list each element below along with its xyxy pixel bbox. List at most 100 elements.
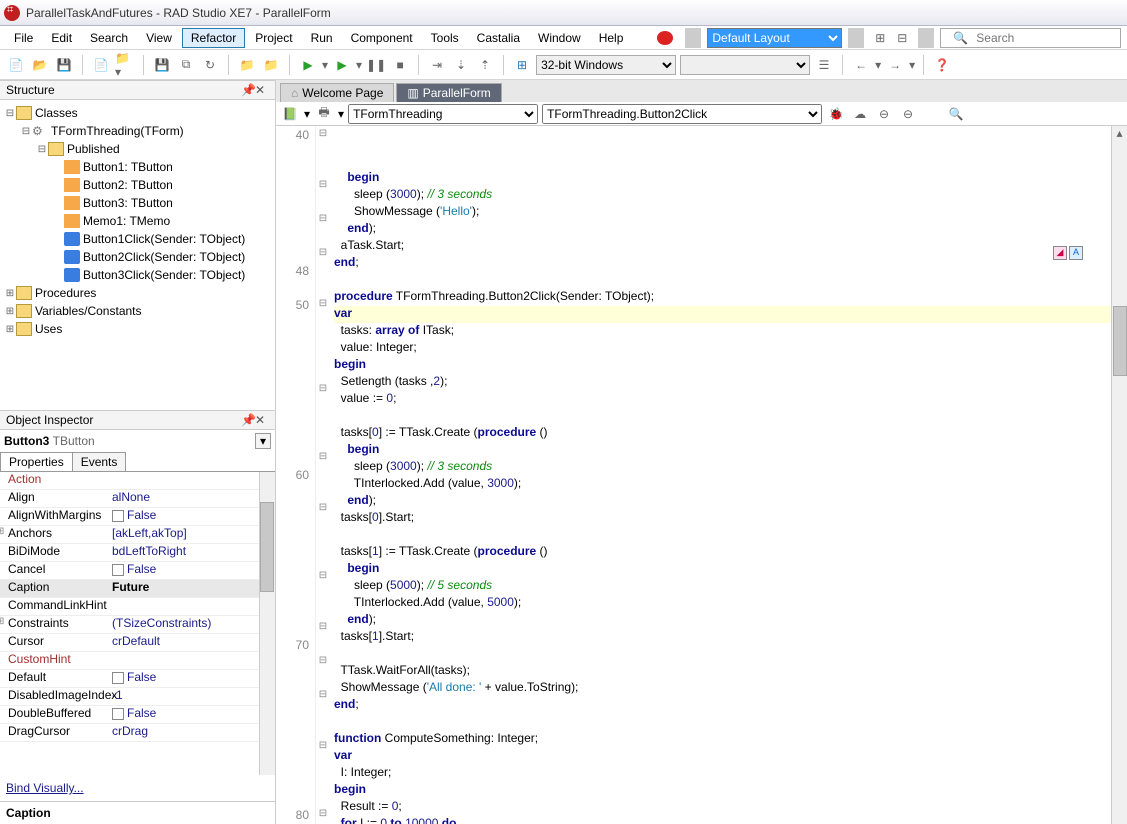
tree-class[interactable]: ⊟⚙TFormThreading(TForm) — [2, 122, 273, 140]
book-icon[interactable]: 📗 — [280, 104, 300, 124]
scroll-up-icon[interactable]: ▴ — [1112, 126, 1127, 142]
prop-row-action[interactable]: Action — [0, 472, 275, 490]
menu-tools[interactable]: Tools — [423, 29, 467, 47]
search-box[interactable]: 🔍 — [940, 28, 1121, 48]
menu-component[interactable]: Component — [343, 29, 421, 47]
pin-icon[interactable]: 📌 — [241, 413, 255, 427]
saveall-icon[interactable]: ⧉ — [176, 55, 196, 75]
component-selector[interactable]: Button3 TButton ▾ — [0, 430, 275, 452]
menu-file[interactable]: File — [6, 29, 41, 47]
prop-row-constraints[interactable]: Constraints(TSizeConstraints) — [0, 616, 275, 634]
tree-published[interactable]: ⊟Published — [2, 140, 273, 158]
save-icon[interactable]: 💾 — [54, 55, 74, 75]
tree-method-2[interactable]: Button3Click(Sender: TObject) — [2, 266, 273, 284]
cloud-icon[interactable]: ☁ — [850, 104, 870, 124]
scroll-thumb[interactable] — [1113, 306, 1127, 376]
prop-row-default[interactable]: DefaultFalse — [0, 670, 275, 688]
prop-row-doublebuffered[interactable]: DoubleBufferedFalse — [0, 706, 275, 724]
tree-method-0[interactable]: Button1Click(Sender: TObject) — [2, 230, 273, 248]
tree-classes[interactable]: ⊟Classes — [2, 104, 273, 122]
fwd-icon[interactable]: → — [885, 55, 905, 75]
structure-tree[interactable]: ⊟Classes⊟⚙TFormThreading(TForm)⊟Publishe… — [0, 100, 275, 410]
prop-row-customhint[interactable]: CustomHint — [0, 652, 275, 670]
search-input[interactable] — [976, 31, 1116, 45]
run-nodebug-icon[interactable]: ▶ — [332, 55, 352, 75]
code-lines[interactable]: ◢A begin sleep (3000); // 3 seconds Show… — [330, 126, 1127, 824]
editor-tab-parallelform[interactable]: ▥ParallelForm — [396, 83, 501, 102]
menu-search[interactable]: Search — [82, 29, 136, 47]
ladybug-icon[interactable]: 🐞 — [826, 104, 846, 124]
editor-scrollbar[interactable]: ▴ — [1111, 126, 1127, 824]
tree-group-0[interactable]: ⊞Procedures — [2, 284, 273, 302]
tree-item-2[interactable]: Button3: TButton — [2, 194, 273, 212]
prop-row-alignwithmargins[interactable]: AlignWithMarginsFalse — [0, 508, 275, 526]
prop-row-bidimode[interactable]: BiDiModebdLeftToRight — [0, 544, 275, 562]
method-combo[interactable]: TFormThreading.Button2Click — [542, 104, 822, 124]
tree-item-1[interactable]: Button2: TButton — [2, 176, 273, 194]
menu-view[interactable]: View — [138, 29, 180, 47]
tree-method-1[interactable]: Button2Click(Sender: TObject) — [2, 248, 273, 266]
layout-del-icon[interactable]: ⊟ — [892, 28, 912, 48]
prop-row-cursor[interactable]: CursorcrDefault — [0, 634, 275, 652]
close-icon[interactable]: ✕ — [255, 413, 269, 427]
run-icon[interactable]: ▶ — [298, 55, 318, 75]
add-file-icon[interactable]: 📄 — [91, 55, 111, 75]
chevron-down-icon[interactable]: ▾ — [255, 433, 271, 449]
tree-group-1[interactable]: ⊞Variables/Constants — [2, 302, 273, 320]
menu-run[interactable]: Run — [303, 29, 341, 47]
tree-item-3[interactable]: Memo1: TMemo — [2, 212, 273, 230]
code-editor[interactable]: 404850607080 ⊟⊟⊟⊟⊟⊟⊟⊟⊟⊟⊟⊟⊟⊟ ◢A begin sle… — [276, 126, 1127, 824]
prop-row-caption[interactable]: CaptionFuture — [0, 580, 275, 598]
tree-item-0[interactable]: Button1: TButton — [2, 158, 273, 176]
find-icon[interactable]: 🔍 — [946, 104, 966, 124]
stop-icon[interactable]: ■ — [390, 55, 410, 75]
fold-column[interactable]: ⊟⊟⊟⊟⊟⊟⊟⊟⊟⊟⊟⊟⊟⊟ — [316, 126, 330, 824]
prop-row-commandlinkhint[interactable]: CommandLinkHint — [0, 598, 275, 616]
prop-row-disabledimageindex[interactable]: DisabledImageIndex-1 — [0, 688, 275, 706]
refresh-icon[interactable]: ↻ — [200, 55, 220, 75]
class-combo[interactable]: TFormThreading — [348, 104, 538, 124]
prop-row-cancel[interactable]: CancelFalse — [0, 562, 275, 580]
step-into-icon[interactable]: ⇣ — [451, 55, 471, 75]
prop-row-anchors[interactable]: Anchors[akLeft,akTop] — [0, 526, 275, 544]
menu-edit[interactable]: Edit — [43, 29, 80, 47]
tree-group-2[interactable]: ⊞Uses — [2, 320, 273, 338]
step-out-icon[interactable]: ⇡ — [475, 55, 495, 75]
menu-refactor[interactable]: Refactor — [182, 28, 245, 48]
open-icon[interactable]: 📂 — [30, 55, 50, 75]
menu-castalia[interactable]: Castalia — [469, 29, 528, 47]
layout-save-icon[interactable]: ⊞ — [870, 28, 890, 48]
record-icon[interactable] — [657, 31, 673, 45]
property-grid[interactable]: ActionAlignalNoneAlignWithMarginsFalseAn… — [0, 472, 275, 775]
step-over-icon[interactable]: ⇥ — [427, 55, 447, 75]
prop-row-dragcursor[interactable]: DragCursorcrDrag — [0, 724, 275, 742]
pause-icon[interactable]: ❚❚ — [366, 55, 386, 75]
close-icon[interactable]: ✕ — [255, 83, 269, 97]
menu-help[interactable]: Help — [591, 29, 632, 47]
folder2-icon[interactable]: 📁 — [261, 55, 281, 75]
new-icon[interactable]: 📄 — [6, 55, 26, 75]
platform-select[interactable]: 32-bit Windows — [536, 55, 676, 75]
settings-icon[interactable]: ☰ — [814, 55, 834, 75]
scrollbar-thumb[interactable] — [260, 502, 274, 592]
selected-prop-footer: Caption — [0, 801, 275, 824]
marker-badges[interactable]: ◢A — [1053, 246, 1083, 260]
pin-icon[interactable]: 📌 — [241, 83, 255, 97]
back-icon[interactable]: ← — [851, 55, 871, 75]
layout-select[interactable]: Default Layout — [707, 28, 842, 48]
save2-icon[interactable]: 💾 — [152, 55, 172, 75]
nav-back-icon[interactable]: ⊖ — [874, 104, 894, 124]
add-folder-icon[interactable]: 📁▾ — [115, 55, 135, 75]
print-icon[interactable]: 🖶 — [314, 104, 334, 124]
nav-fwd-icon[interactable]: ⊖ — [898, 104, 918, 124]
prop-row-align[interactable]: AlignalNone — [0, 490, 275, 508]
tab-events[interactable]: Events — [72, 452, 127, 471]
folder-icon[interactable]: 📁 — [237, 55, 257, 75]
config-select[interactable] — [680, 55, 810, 75]
bind-visually-link[interactable]: Bind Visually... — [0, 775, 275, 801]
tab-properties[interactable]: Properties — [0, 452, 73, 471]
help-icon[interactable]: ❓ — [932, 55, 952, 75]
menu-project[interactable]: Project — [247, 29, 300, 47]
editor-tab-welcome-page[interactable]: ⌂Welcome Page — [280, 83, 394, 102]
menu-window[interactable]: Window — [530, 29, 589, 47]
